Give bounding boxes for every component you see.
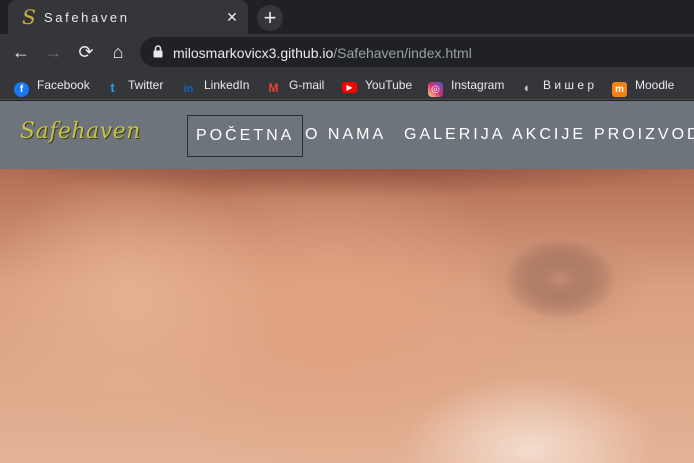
bookmark-label: Twitter <box>128 78 164 92</box>
site-favicon-icon: S <box>22 5 36 29</box>
gmail-icon: M <box>268 81 279 95</box>
bookmark-youtube[interactable]: ▶ YouTube <box>342 76 412 94</box>
globe-icon: ◐ <box>523 80 532 95</box>
reload-icon[interactable]: ⟳ <box>74 41 98 63</box>
site-logo[interactable]: Safehaven <box>20 119 141 144</box>
instagram-icon: ◎ <box>428 82 443 97</box>
bookmark-label: LinkedIn <box>204 78 250 92</box>
nav-item-galerija[interactable]: GALERIJA <box>404 115 505 157</box>
bookmarks-bar: f Facebook t Twitter in LinkedIn M G-mail ▶ Y… <box>0 70 694 100</box>
browser-tab[interactable]: S Safehaven ✕ <box>8 0 248 34</box>
bookmark-moodle[interactable]: m Moodle <box>612 76 675 97</box>
bookmark-label: В и ш е р <box>543 78 595 92</box>
tab-strip: S Safehaven ✕ + <box>0 0 694 34</box>
moodle-icon: m <box>612 82 627 97</box>
twitter-icon: t <box>110 80 115 95</box>
bookmark-facebook[interactable]: f Facebook <box>14 76 90 97</box>
nav-item-pocetna[interactable]: POČETNA <box>187 115 304 157</box>
hero-top-shadow <box>0 169 694 209</box>
home-icon[interactable]: ⌂ <box>106 41 130 63</box>
bookmark-gmail[interactable]: M G-mail <box>266 76 325 95</box>
url-text: milosmarkovicx3.github.io/Safehaven/inde… <box>173 45 472 61</box>
url-path: /Safehaven/index.html <box>333 45 472 61</box>
bookmark-instagram[interactable]: ◎ Instagram <box>428 76 505 97</box>
bookmark-visher[interactable]: ◐ В и ш е р <box>520 76 595 95</box>
bookmark-label: Instagram <box>451 78 505 92</box>
forward-arrow-icon[interactable]: → <box>41 41 65 63</box>
facebook-icon: f <box>14 82 29 97</box>
new-tab-button[interactable]: + <box>257 5 283 31</box>
bookmark-linkedin[interactable]: in LinkedIn <box>181 76 250 97</box>
site-header: Safehaven POČETNA O NAMA GALERIJA AKCIJE… <box>0 101 694 169</box>
tab-title: Safehaven <box>44 10 130 25</box>
bookmark-label: YouTube <box>365 78 413 92</box>
nav-item-proizvodi[interactable]: PROIZVODI <box>594 115 694 157</box>
back-arrow-icon[interactable]: ← <box>9 41 33 63</box>
hero-image <box>0 169 694 463</box>
bookmark-label: Moodle <box>635 78 675 92</box>
bookmark-label: G-mail <box>289 78 325 92</box>
lock-icon <box>153 45 163 58</box>
close-icon[interactable]: ✕ <box>224 9 240 25</box>
nav-item-akcije[interactable]: AKCIJE <box>512 115 586 157</box>
browser-toolbar: ← → ⟳ ⌂ milosmarkovicx3.github.io/Safeha… <box>0 34 694 70</box>
url-host: milosmarkovicx3.github.io <box>173 45 334 61</box>
bookmark-twitter[interactable]: t Twitter <box>105 76 164 95</box>
bookmark-label: Facebook <box>37 78 90 92</box>
linkedin-icon: in <box>181 82 196 97</box>
youtube-icon: ▶ <box>342 82 357 93</box>
nav-item-o-nama[interactable]: O NAMA <box>305 115 386 157</box>
address-bar[interactable]: milosmarkovicx3.github.io/Safehaven/inde… <box>140 37 694 67</box>
